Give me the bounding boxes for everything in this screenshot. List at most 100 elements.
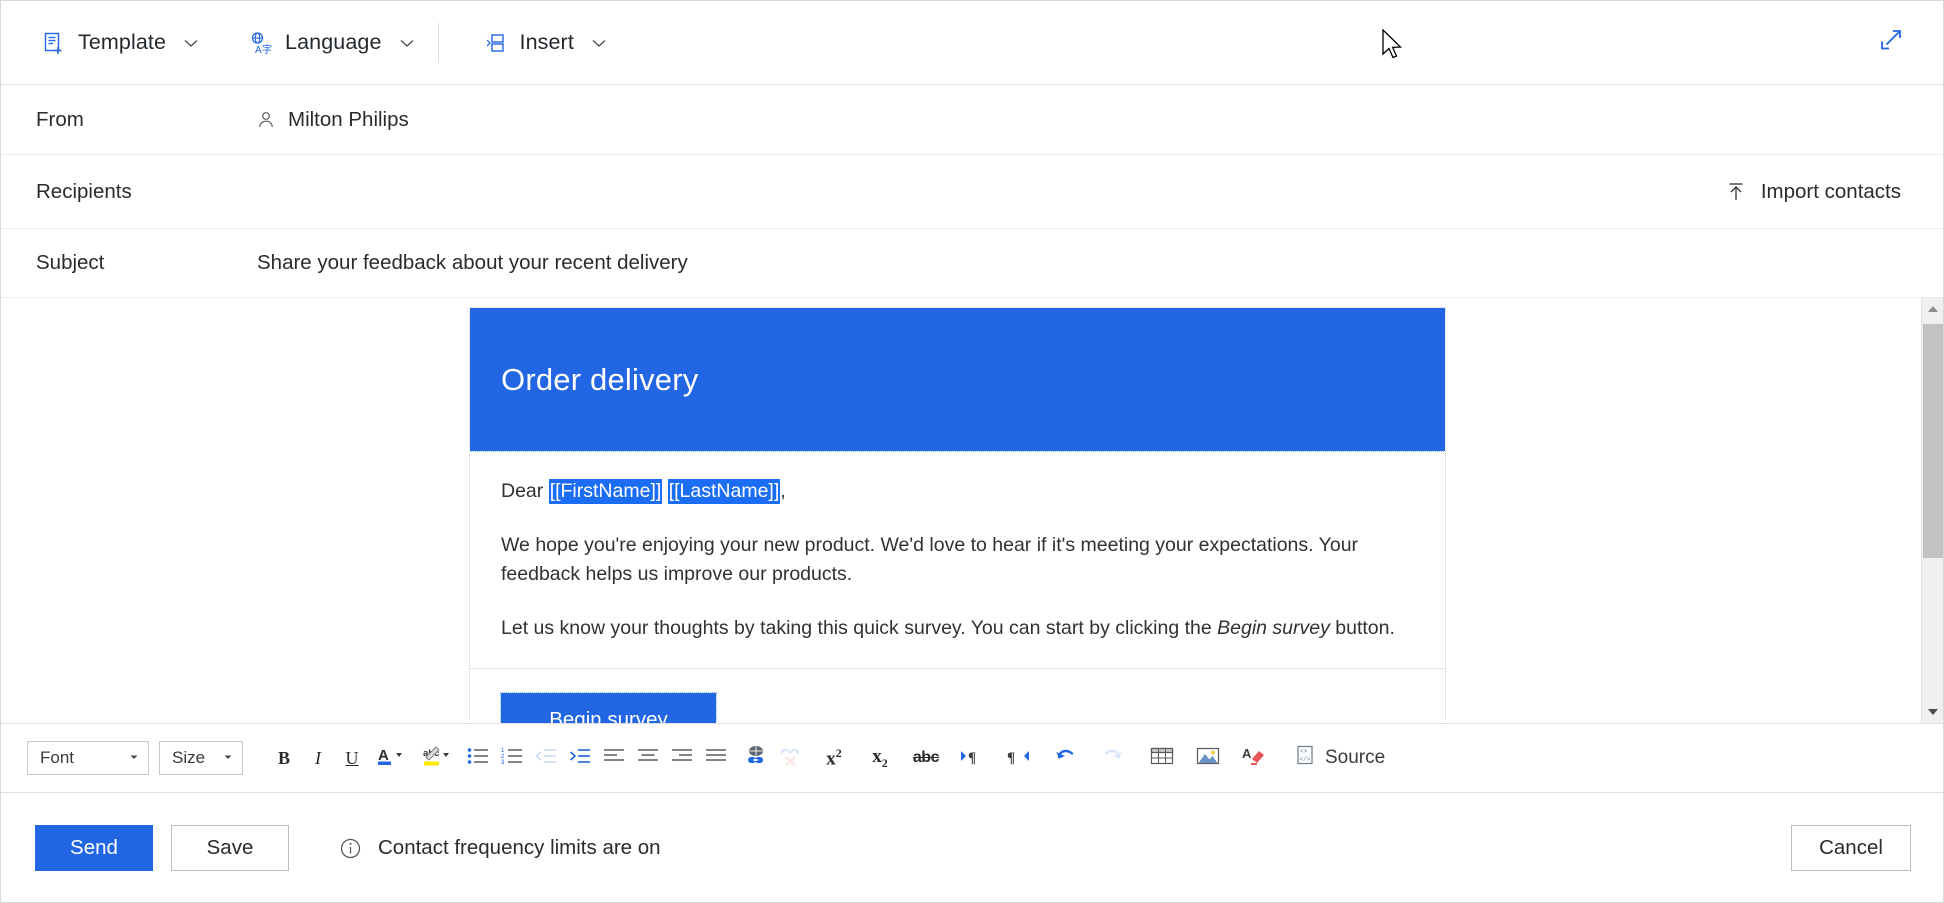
email-body-content[interactable]: Dear [[FirstName]] [[LastName]], We hope… [470,451,1445,669]
rtl-direction-button[interactable]: ¶ [997,742,1039,774]
align-left-button[interactable] [599,742,629,774]
scroll-up-arrow-icon [1927,300,1939,318]
template-label: Template [78,30,166,55]
scroll-down-arrow-icon [1927,703,1939,721]
firstname-token[interactable]: [[FirstName]] [549,479,663,504]
bold-button[interactable]: B [269,742,299,774]
insert-link-button[interactable] [741,742,771,774]
bulleted-list-button[interactable] [463,742,493,774]
decrease-indent-button[interactable] [531,742,561,774]
superscript-button[interactable]: x2 [813,742,855,774]
numbered-list-icon: 1 2 3 [501,747,523,770]
source-code-icon: <> </> [1293,744,1317,772]
email-banner-title: Order delivery [501,362,698,398]
svg-text:<>: <> [1300,748,1308,755]
subject-input[interactable]: Share your feedback about your recent de… [256,251,1944,275]
source-label: Source [1325,747,1385,769]
insert-image-button[interactable] [1187,742,1229,774]
language-icon: A 字 [248,30,274,56]
email-paragraph-3: Let us know your thoughts by taking this… [501,614,1414,644]
svg-text:¶: ¶ [1007,750,1015,766]
expand-diagonal-icon [1878,27,1904,58]
bold-glyph: B [278,748,290,769]
svg-text:¶: ¶ [968,750,976,766]
bottom-action-bar: Send Save Contact frequency limits are o… [1,793,1944,903]
align-center-icon [637,747,659,770]
token-space [662,480,667,502]
lastname-token[interactable]: [[LastName]] [668,479,781,504]
subject-label: Subject [1,251,256,275]
justify-button[interactable] [701,742,731,774]
editor-vertical-scrollbar[interactable] [1921,298,1943,723]
expand-button[interactable] [1871,22,1911,62]
scrollbar-thumb[interactable] [1923,324,1943,558]
font-size-select[interactable]: Size [159,741,243,775]
template-icon [41,30,67,56]
send-button[interactable]: Send [35,825,153,871]
email-banner[interactable]: Order delivery [470,308,1445,451]
from-value[interactable]: Milton Philips [256,108,1944,132]
increase-indent-button[interactable] [565,742,595,774]
email-body-editor[interactable]: Order delivery Dear [[FirstName]] [[Last… [1,298,1944,723]
info-icon[interactable] [339,837,362,860]
decrease-indent-icon [535,747,557,770]
undo-button[interactable] [1045,742,1087,774]
align-right-icon [671,747,693,770]
align-left-icon [603,747,625,770]
svg-text:A: A [255,45,262,55]
numbered-list-button[interactable]: 1 2 3 [497,742,527,774]
subscript-glyph: x2 [872,746,888,771]
paragraph-3-italic: Begin survey [1217,617,1330,639]
from-sender-name: Milton Philips [288,108,409,132]
font-family-label: Font [40,748,74,768]
save-button[interactable]: Save [171,825,289,871]
image-icon [1196,746,1220,771]
template-menu-button[interactable]: Template [31,20,210,66]
svg-text:A: A [1242,746,1252,761]
ltr-direction-button[interactable]: ¶ [951,742,993,774]
align-center-button[interactable] [633,742,663,774]
insert-table-button[interactable] [1141,742,1183,774]
remove-format-button[interactable]: A [1233,742,1275,774]
insert-menu-button[interactable]: Insert [473,20,618,66]
subscript-button[interactable]: x2 [859,742,901,774]
paragraph-3-after: button. [1330,617,1395,639]
unlink-button[interactable] [775,742,805,774]
chevron-down-icon [590,34,608,52]
email-paragraph-2: We hope you're enjoying your new product… [501,531,1414,590]
underline-button[interactable]: U [337,742,367,774]
italic-button[interactable]: I [303,742,333,774]
insert-icon [483,30,509,56]
scroll-down-button[interactable] [1922,701,1944,723]
email-template-card: Order delivery Dear [[FirstName]] [[Last… [470,308,1445,723]
source-button[interactable]: <> </> Source [1281,740,1393,776]
begin-survey-button[interactable]: Begin survey [501,693,716,724]
cancel-button[interactable]: Cancel [1791,825,1911,871]
toolbar-divider [438,23,439,63]
language-menu-button[interactable]: A 字 Language [238,20,425,66]
justify-icon [705,747,727,770]
highlight-color-button[interactable]: abc [417,742,459,774]
redo-button[interactable] [1091,742,1133,774]
from-label: From [1,108,256,132]
redo-icon [1100,745,1124,772]
import-contacts-button[interactable]: Import contacts [1711,172,1915,212]
chevron-down-icon [222,748,234,768]
highlight-icon: abc [423,744,453,773]
from-field-row: From Milton Philips [1,85,1944,155]
increase-indent-icon [569,747,591,770]
scroll-up-button[interactable] [1922,298,1944,320]
rich-text-format-toolbar: Font Size B I U A [1,723,1944,793]
svg-text:</>: </> [1300,756,1311,763]
strikethrough-button[interactable]: abc [905,742,947,774]
import-contacts-label: Import contacts [1761,180,1901,204]
align-right-button[interactable] [667,742,697,774]
text-color-button[interactable]: A [371,742,413,774]
person-icon [256,110,276,130]
email-greeting-paragraph: Dear [[FirstName]] [[LastName]], [501,477,1414,507]
subject-field-row: Subject Share your feedback about your r… [1,229,1944,298]
font-family-select[interactable]: Font [27,741,149,775]
text-color-icon: A [377,744,407,773]
chevron-down-icon [398,34,416,52]
language-label: Language [285,30,381,55]
